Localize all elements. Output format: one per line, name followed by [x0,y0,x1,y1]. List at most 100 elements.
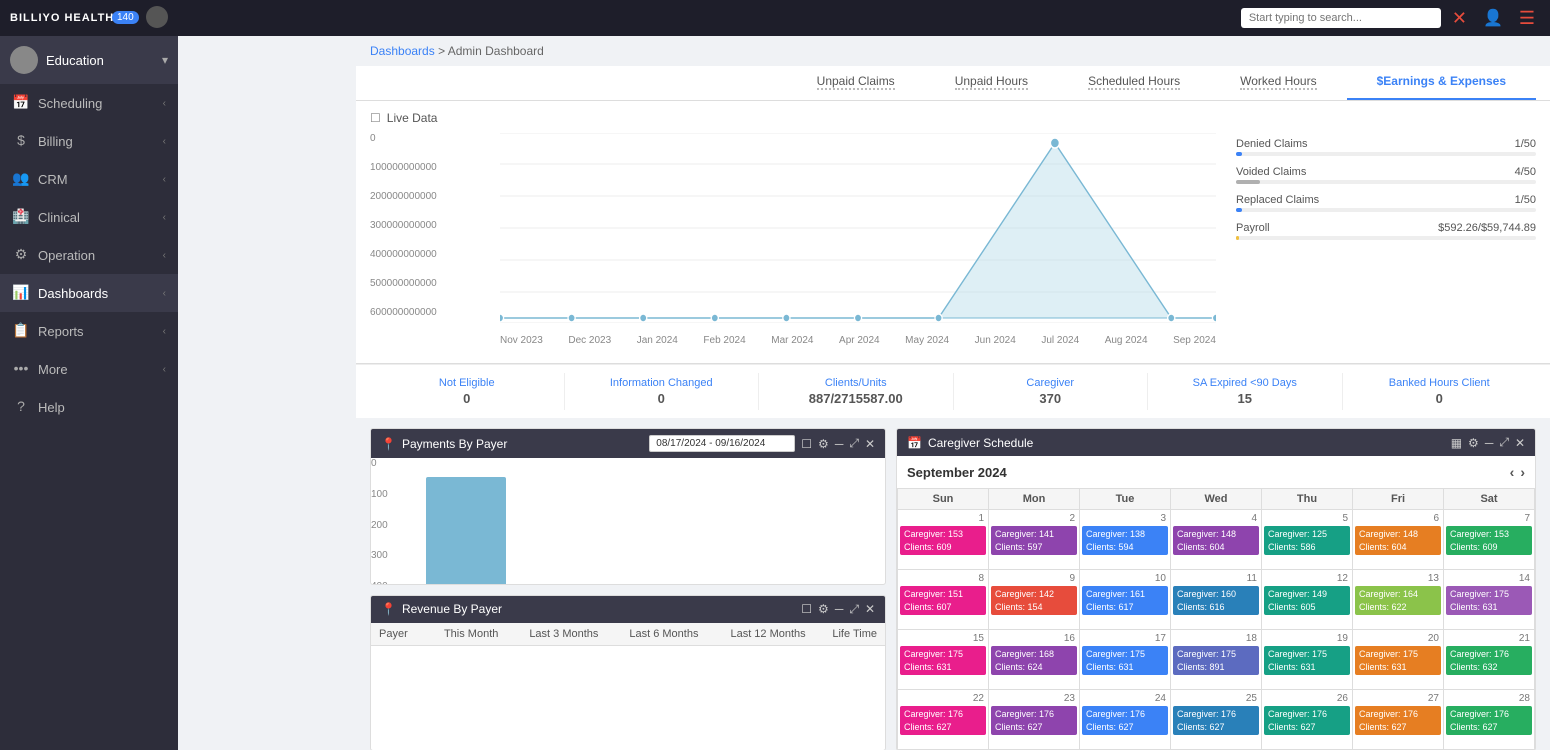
calendar-event[interactable]: Caregiver: 175Clients: 631 [900,646,986,675]
day-sat: Sat [1444,489,1535,510]
billing-icon: $ [12,132,30,150]
bar-ucare: UCARE [426,477,506,585]
revenue-table: Payer This Month Last 3 Months Last 6 Mo… [371,623,885,646]
calendar-event[interactable]: Caregiver: 175Clients: 631 [1082,646,1168,675]
minimize-icon-2[interactable]: ─ [835,602,844,616]
stats-tabs: Unpaid Claims Unpaid Hours Scheduled Hou… [356,66,1550,101]
calendar-date-number: 18 [1173,632,1259,645]
calendar-event[interactable]: Caregiver: 153Clients: 609 [900,526,986,555]
settings-icon-3[interactable]: ⚙ [1468,436,1479,450]
close-icon[interactable]: ✕ [1447,6,1472,31]
calendar-day-cell: 11Caregiver: 160Clients: 616 [1171,570,1262,630]
day-thu: Thu [1262,489,1353,510]
chart-and-metrics: 600000000000 500000000000 400000000000 3… [370,133,1536,353]
calendar-event[interactable]: Caregiver: 141Clients: 597 [991,526,1077,555]
revenue-widget-controls: ☐ ⚙ ─ ⤢ ✕ [801,602,875,617]
calendar-event[interactable]: Caregiver: 175Clients: 891 [1173,646,1259,675]
close-icon[interactable]: ✕ [865,437,875,451]
checkbox-toggle[interactable]: ☐ [801,437,812,451]
calendar-event[interactable]: Caregiver: 138Clients: 594 [1082,526,1168,555]
settings-icon[interactable]: ⚙ [818,437,829,451]
search-input[interactable] [1241,8,1441,28]
calendar-event[interactable]: Caregiver: 151Clients: 607 [900,586,986,615]
sidebar-item-crm[interactable]: 👥 CRM ‹ [0,160,178,198]
sidebar-item-more[interactable]: ••• More ‹ [0,350,178,388]
user-avatar-icon[interactable] [146,6,168,28]
caregiver-schedule-widget: 📅 Caregiver Schedule ▦ ⚙ ─ ⤢ ✕ September… [896,428,1536,750]
calendar-date-number: 11 [1173,572,1259,585]
calendar-grid: Sun Mon Tue Wed Thu Fri Sat 1Caregiver: … [897,488,1535,750]
calendar-date-number: 17 [1082,632,1168,645]
calendar-event[interactable]: Caregiver: 160Clients: 616 [1173,586,1259,615]
col-last6: Last 6 Months [606,623,706,646]
sidebar-item-operation[interactable]: ⚙ Operation ‹ [0,236,178,274]
minimize-icon-3[interactable]: ─ [1485,436,1494,450]
checkbox-icon[interactable]: ☐ [370,111,381,125]
map-pin-icon: 📍 [381,437,396,451]
calendar-event[interactable]: Caregiver: 142Clients: 154 [991,586,1077,615]
expand-icon-3[interactable]: ⤢ [1499,435,1509,450]
calendar-event[interactable]: Caregiver: 175Clients: 631 [1355,646,1441,675]
calendar-event[interactable]: Caregiver: 176Clients: 627 [991,706,1077,735]
calendar-day-cell: 25Caregiver: 176Clients: 627 [1171,690,1262,750]
calendar-event[interactable]: Caregiver: 176Clients: 627 [1264,706,1350,735]
expand-icon[interactable]: ⤢ [849,436,859,451]
calendar-event[interactable]: Caregiver: 125Clients: 586 [1264,526,1350,555]
sidebar-item-reports[interactable]: 📋 Reports ‹ [0,312,178,350]
tab-unpaid-hours[interactable]: Unpaid Hours [925,66,1058,100]
tab-earnings[interactable]: $Earnings & Expenses [1347,66,1536,100]
sidebar-item-scheduling[interactable]: 📅 Scheduling ‹ [0,84,178,122]
calendar-date-number: 28 [1446,692,1532,705]
calendar-day-cell: 15Caregiver: 175Clients: 631 [898,630,989,690]
close-icon-2[interactable]: ✕ [865,602,875,616]
calendar-date-number: 2 [991,512,1077,525]
tab-scheduled-hours[interactable]: Scheduled Hours [1058,66,1210,100]
menu-icon[interactable]: ☰ [1514,6,1540,31]
sidebar-item-help[interactable]: ? Help [0,388,178,426]
breadcrumb-parent[interactable]: Dashboards [370,44,435,58]
calendar-event[interactable]: Caregiver: 176Clients: 627 [1355,706,1441,735]
calendar-event[interactable]: Caregiver: 148Clients: 604 [1355,526,1441,555]
calendar-date-number: 14 [1446,572,1532,585]
schedule-widget-title: Caregiver Schedule [928,436,1033,450]
expand-icon-2[interactable]: ⤢ [849,602,859,617]
calendar-event[interactable]: Caregiver: 161Clients: 617 [1082,586,1168,615]
calendar-event[interactable]: Caregiver: 175Clients: 631 [1446,586,1532,615]
sidebar-item-dashboards[interactable]: 📊 Dashboards ‹ [0,274,178,312]
sidebar-item-clinical[interactable]: 🏥 Clinical ‹ [0,198,178,236]
y-label-4: 400000000000 [370,249,500,260]
payments-y-labels: 500 400 300 200 100 0 [371,458,406,585]
calendar-event[interactable]: Caregiver: 153Clients: 609 [1446,526,1532,555]
calendar-date-number: 27 [1355,692,1441,705]
calendar-day-cell: 10Caregiver: 161Clients: 617 [1080,570,1171,630]
arrow-icon: ‹ [163,250,166,261]
prev-month-button[interactable]: ‹ [1510,464,1515,480]
calendar-event[interactable]: Caregiver: 164Clients: 622 [1355,586,1441,615]
checkbox-toggle-2[interactable]: ☐ [801,602,812,616]
tab-unpaid-claims[interactable]: Unpaid Claims [787,66,925,100]
sidebar-item-billing[interactable]: $ Billing ‹ [0,122,178,160]
close-icon-3[interactable]: ✕ [1515,436,1525,450]
calendar-event[interactable]: Caregiver: 176Clients: 627 [1446,706,1532,735]
calendar-event[interactable]: Caregiver: 149Clients: 605 [1264,586,1350,615]
tab-worked-hours[interactable]: Worked Hours [1210,66,1346,100]
calendar-event[interactable]: Caregiver: 168Clients: 624 [991,646,1077,675]
calendar-event[interactable]: Caregiver: 176Clients: 627 [1082,706,1168,735]
date-range-input[interactable] [649,435,795,452]
org-selector[interactable]: Education ▾ [0,36,178,84]
calendar-event[interactable]: Caregiver: 148Clients: 604 [1173,526,1259,555]
calendar-date-number: 3 [1082,512,1168,525]
y-label-2: 200000000000 [370,191,500,202]
user-profile-icon[interactable]: 👤 [1478,6,1508,30]
grid-icon[interactable]: ▦ [1451,436,1462,450]
next-month-button[interactable]: › [1520,464,1525,480]
calendar-event[interactable]: Caregiver: 176Clients: 627 [1173,706,1259,735]
calendar-week-row: 22Caregiver: 176Clients: 62723Caregiver:… [898,690,1535,750]
minimize-icon[interactable]: ─ [835,437,844,451]
calendar-event[interactable]: Caregiver: 176Clients: 627 [900,706,986,735]
calendar-event[interactable]: Caregiver: 176Clients: 632 [1446,646,1532,675]
settings-icon-2[interactable]: ⚙ [818,602,829,616]
breadcrumb: Dashboards > Admin Dashboard [356,36,1550,66]
calendar-date-number: 4 [1173,512,1259,525]
calendar-event[interactable]: Caregiver: 175Clients: 631 [1264,646,1350,675]
